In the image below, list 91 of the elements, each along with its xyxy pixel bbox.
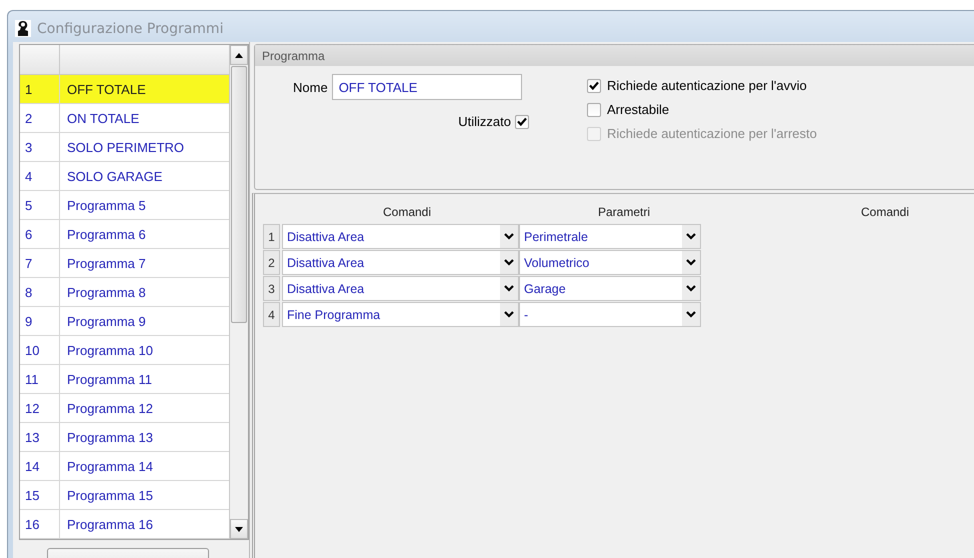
program-row[interactable]: 7 Programma 7 bbox=[20, 249, 229, 278]
program-number: 13 bbox=[25, 430, 40, 444]
program-row[interactable]: 10 Programma 10 bbox=[20, 336, 229, 365]
program-name: SOLO PERIMETRO bbox=[66, 140, 184, 154]
program-name: Programma 13 bbox=[66, 430, 153, 444]
checkmark-icon bbox=[589, 81, 599, 90]
program-row[interactable]: 15 Programma 15 bbox=[20, 481, 229, 510]
program-name: Programma 5 bbox=[66, 198, 146, 212]
program-row[interactable]: 9 Programma 9 bbox=[20, 307, 229, 336]
scroll-up-button[interactable] bbox=[230, 45, 248, 65]
program-row[interactable]: 14 Programma 14 bbox=[20, 452, 229, 481]
row-number: 2 bbox=[263, 250, 280, 275]
down-arrow-icon bbox=[234, 526, 243, 532]
row-number: 1 bbox=[263, 224, 280, 249]
program-name: Programma 14 bbox=[66, 458, 153, 474]
app-icon bbox=[15, 20, 31, 37]
program-row[interactable]: 16 Programma 16 bbox=[20, 510, 229, 539]
command-dropdown[interactable]: Disattiva Area bbox=[282, 224, 519, 249]
program-number: 9 bbox=[25, 314, 32, 328]
program-name: SOLO GARAGE bbox=[66, 168, 162, 184]
caret-icon bbox=[686, 259, 696, 266]
program-number: 12 bbox=[25, 400, 40, 416]
program-row[interactable]: 3 SOLO PERIMETRO bbox=[20, 133, 229, 162]
caret-icon bbox=[686, 233, 696, 240]
program-name: Programma 10 bbox=[66, 342, 153, 358]
option-label: Richiede autenticazione per l'arresto bbox=[607, 126, 817, 141]
caret-icon bbox=[504, 311, 514, 318]
program-row[interactable]: 12 Programma 12 bbox=[20, 394, 229, 423]
checkbox[interactable] bbox=[515, 114, 529, 128]
caret-icon bbox=[686, 311, 696, 318]
program-row[interactable]: 13 Programma 13 bbox=[20, 423, 229, 452]
program-number: 8 bbox=[25, 284, 32, 300]
row-number: 3 bbox=[263, 276, 280, 301]
program-number: 1 bbox=[25, 82, 32, 96]
program-number: 7 bbox=[25, 256, 32, 270]
program-number: 6 bbox=[25, 226, 32, 242]
program-row[interactable]: 6 Programma 6 bbox=[20, 220, 229, 249]
program-number: 2 bbox=[25, 110, 32, 126]
up-arrow-icon bbox=[234, 52, 243, 58]
program-number: 10 bbox=[25, 342, 40, 358]
caret-icon bbox=[504, 285, 514, 292]
program-name: Programma 15 bbox=[66, 488, 153, 502]
row-number: 4 bbox=[263, 302, 280, 327]
program-number: 5 bbox=[25, 198, 32, 212]
window-title: Configurazione Programmi bbox=[37, 20, 224, 36]
column-header: Parametri bbox=[596, 205, 651, 219]
used-label: Utilizzato bbox=[458, 114, 511, 129]
program-row[interactable]: 5 Programma 5 bbox=[20, 191, 229, 220]
parameter-dropdown[interactable]: Perimetrale bbox=[519, 224, 701, 249]
caret-icon bbox=[504, 259, 514, 266]
parameter-dropdown[interactable]: Volumetrico bbox=[519, 250, 701, 275]
caret-icon bbox=[686, 285, 696, 292]
program-name: Programma 11 bbox=[66, 372, 152, 386]
program-number: 15 bbox=[25, 488, 40, 502]
program-row[interactable]: 8 Programma 8 bbox=[20, 278, 229, 307]
program-name: Programma 8 bbox=[66, 284, 146, 300]
name-label: Nome bbox=[293, 80, 328, 94]
program-name: Programma 6 bbox=[66, 226, 146, 242]
program-name: Programma 12 bbox=[66, 400, 153, 416]
command-dropdown[interactable]: Disattiva Area bbox=[282, 276, 519, 301]
column-header: Comandi bbox=[382, 205, 432, 219]
column-header: Comandi bbox=[860, 205, 910, 219]
option-label: Richiede autenticazione per l'avvio bbox=[607, 78, 807, 93]
caret-icon bbox=[504, 233, 514, 240]
command-dropdown[interactable]: Fine Programma bbox=[282, 302, 519, 327]
program-number: 11 bbox=[25, 372, 38, 386]
name-field[interactable]: OFF TOTALE bbox=[332, 74, 522, 100]
program-name: Programma 9 bbox=[66, 314, 146, 328]
program-name: Programma 7 bbox=[66, 256, 146, 270]
program-row[interactable]: 2 ON TOTALE bbox=[20, 104, 229, 133]
scrollbar[interactable] bbox=[228, 45, 248, 539]
group-title: Programma bbox=[255, 45, 974, 66]
program-name: Programma 16 bbox=[66, 516, 153, 532]
scroll-thumb[interactable] bbox=[230, 66, 247, 323]
parameter-dropdown[interactable]: - bbox=[519, 302, 701, 327]
program-name: ON TOTALE bbox=[66, 110, 140, 126]
program-number: 4 bbox=[25, 168, 32, 184]
parameter-dropdown[interactable]: Garage bbox=[519, 276, 701, 301]
program-number: 14 bbox=[25, 458, 40, 474]
scroll-down-button[interactable] bbox=[230, 519, 248, 539]
checkbox[interactable] bbox=[587, 78, 601, 92]
option-label: Arrestabile bbox=[607, 102, 670, 117]
program-row[interactable]: 11 Programma 11 bbox=[20, 365, 229, 394]
program-number: 3 bbox=[25, 140, 32, 154]
command-dropdown[interactable]: Disattiva Area bbox=[282, 250, 519, 275]
checkmark-icon bbox=[517, 117, 527, 126]
program-row[interactable]: 4 SOLO GARAGE bbox=[20, 162, 229, 191]
program-name: OFF TOTALE bbox=[66, 82, 146, 96]
program-number: 16 bbox=[25, 516, 40, 532]
program-row[interactable]: 1 OFF TOTALE bbox=[20, 75, 229, 104]
checkbox[interactable] bbox=[587, 102, 601, 116]
